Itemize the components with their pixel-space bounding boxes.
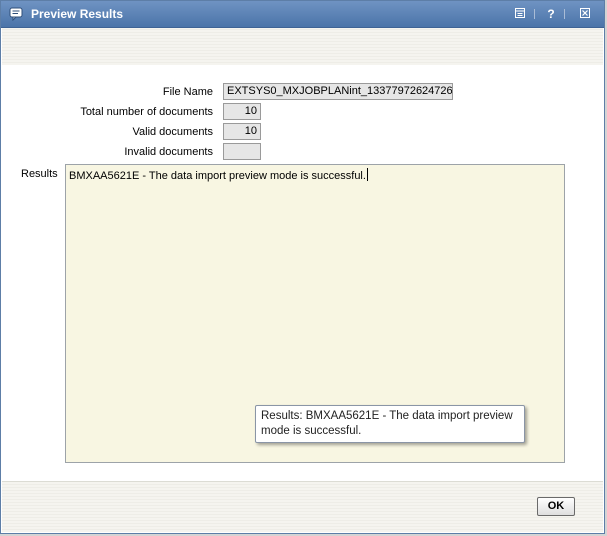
dialog-top-band [2,28,603,66]
tooltip-line: mode is successful. [261,425,362,437]
file-name-field[interactable]: EXTSYS0_MXJOBPLANint_1337797262472666 [223,83,453,100]
total-documents-field[interactable]: 10 [223,103,261,120]
window-icon[interactable] [513,7,527,21]
results-label: Results [21,168,58,180]
dialog-titlebar[interactable]: Preview Results ? [1,1,604,28]
titlebar-separator [564,9,565,19]
file-name-label: File Name [162,86,213,98]
dialog-content: File Name EXTSYS0_MXJOBPLANint_133779726… [1,65,604,481]
invalid-documents-field[interactable] [223,143,261,160]
help-button[interactable]: ? [544,7,558,21]
preview-results-dialog: Preview Results ? File Name EXTSYS0_MXJO… [0,0,605,534]
dialog-footer: OK [2,481,603,532]
tooltip-line: Results: BMXAA5621E - The data import pr… [261,410,513,422]
results-tooltip: Results: BMXAA5621E - The data import pr… [255,405,525,443]
valid-documents-field[interactable]: 10 [223,123,261,140]
close-icon[interactable] [578,7,592,21]
invalid-documents-label: Invalid documents [124,146,213,158]
ok-button[interactable]: OK [537,497,575,516]
valid-documents-label: Valid documents [132,126,213,138]
total-documents-label: Total number of documents [80,106,213,118]
results-text: BMXAA5621E - The data import preview mod… [69,170,366,182]
speech-bubble-icon [9,7,23,22]
dialog-title: Preview Results [31,7,124,21]
titlebar-separator [534,9,535,19]
text-caret [366,168,368,181]
